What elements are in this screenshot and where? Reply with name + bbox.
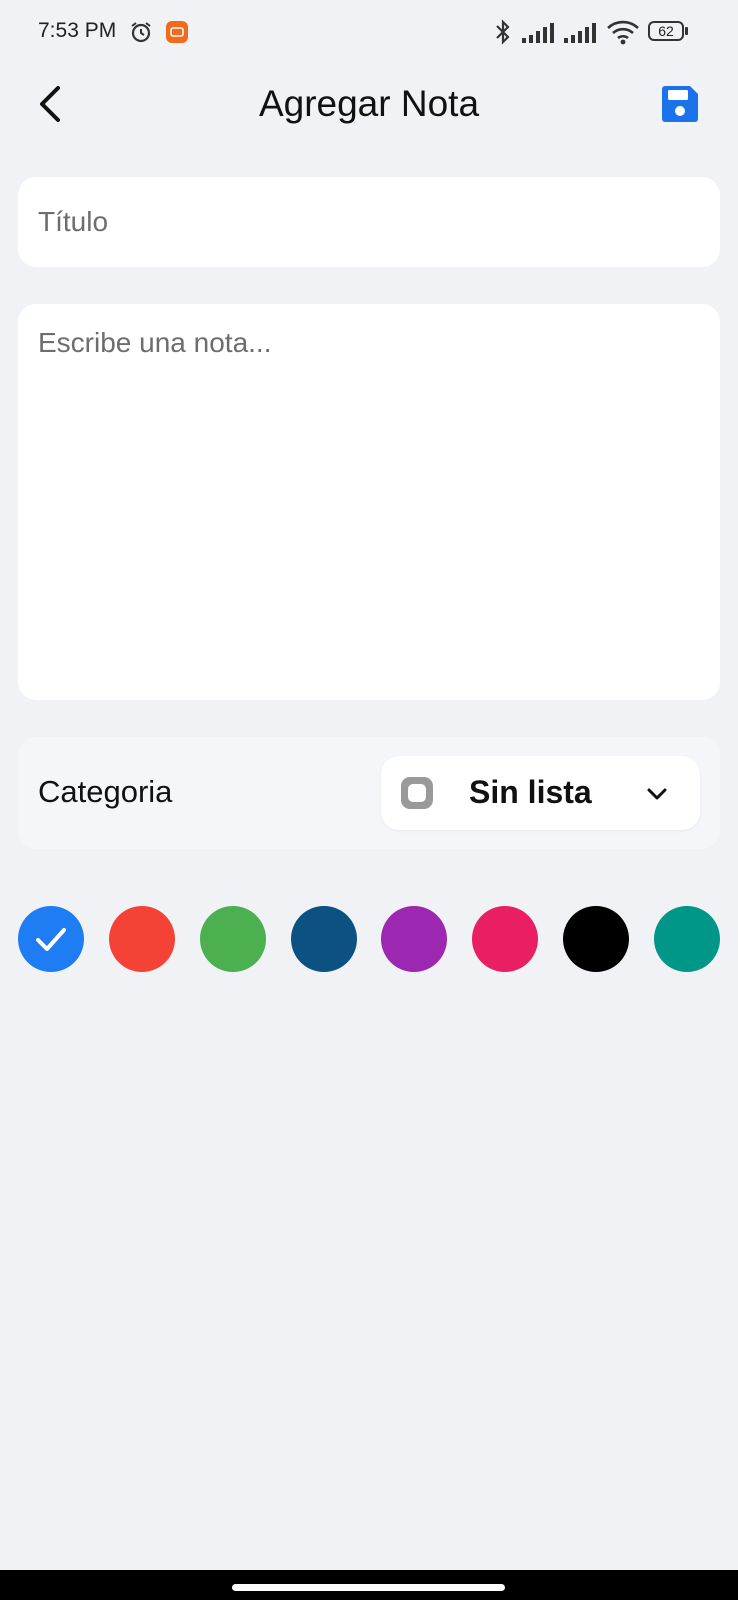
battery-icon: 62 [648, 21, 690, 43]
category-color-swatch [401, 777, 433, 809]
save-button[interactable] [660, 84, 700, 124]
note-textarea[interactable] [18, 304, 720, 700]
status-time: 7:53 PM [38, 19, 117, 42]
color-option-dark-blue[interactable] [291, 906, 357, 972]
signal-icon [522, 23, 554, 43]
color-option-red[interactable] [109, 906, 175, 972]
color-option-teal[interactable] [654, 906, 720, 972]
category-row: Categoria Sin lista [18, 737, 720, 849]
page-title: Agregar Nota [258, 83, 480, 124]
bluetooth-icon [496, 19, 510, 45]
mi-app-icon [166, 21, 188, 43]
battery-level: 62 [658, 23, 674, 39]
category-selected-value: Sin lista [469, 774, 592, 810]
floppy-disk-icon [662, 86, 698, 122]
status-bar: 7:53 PM 62 [0, 0, 738, 64]
category-label: Categoria [38, 774, 173, 809]
chevron-down-icon [647, 788, 667, 800]
color-option-blue[interactable] [18, 906, 84, 972]
navigation-bar [0, 1570, 738, 1600]
color-option-purple[interactable] [381, 906, 447, 972]
signal-icon [564, 23, 596, 43]
color-option-black[interactable] [563, 906, 629, 972]
alarm-icon [131, 22, 151, 43]
check-icon [36, 928, 66, 951]
wifi-icon [607, 20, 639, 45]
color-option-pink[interactable] [472, 906, 538, 972]
home-handle[interactable] [232, 1584, 505, 1591]
color-option-green[interactable] [200, 906, 266, 972]
title-input[interactable] [18, 177, 720, 267]
category-dropdown[interactable]: Sin lista [381, 756, 700, 830]
